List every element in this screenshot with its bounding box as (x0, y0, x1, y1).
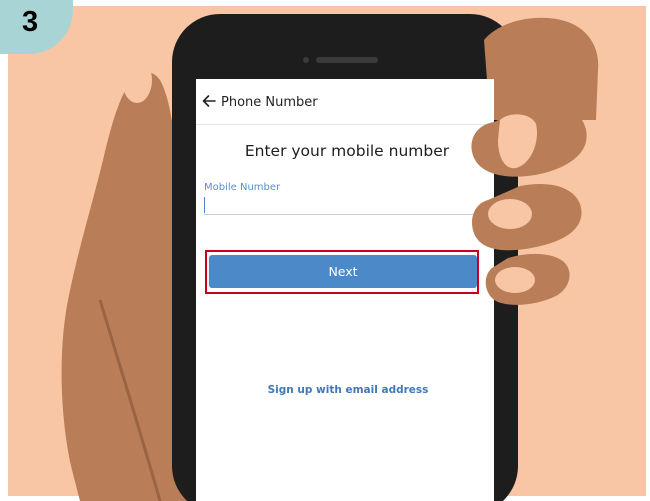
text-cursor (204, 197, 205, 213)
phone-camera (303, 57, 309, 63)
tutorial-scene: Phone Number Enter your mobile number Mo… (0, 0, 650, 501)
right-hand-back (484, 17, 599, 121)
mobile-number-label: Mobile Number (204, 182, 281, 193)
phone-speaker (316, 57, 378, 63)
sign-up-email-link[interactable]: Sign up with email address (196, 384, 494, 396)
next-button[interactable]: Next (209, 255, 477, 288)
app-header: Phone Number (196, 79, 494, 125)
screen-heading: Enter your mobile number (244, 142, 450, 160)
mobile-number-input[interactable] (204, 197, 488, 215)
thumb-nail (122, 57, 152, 103)
page-title: Phone Number (221, 95, 318, 110)
arrow-left-icon[interactable] (202, 94, 216, 108)
